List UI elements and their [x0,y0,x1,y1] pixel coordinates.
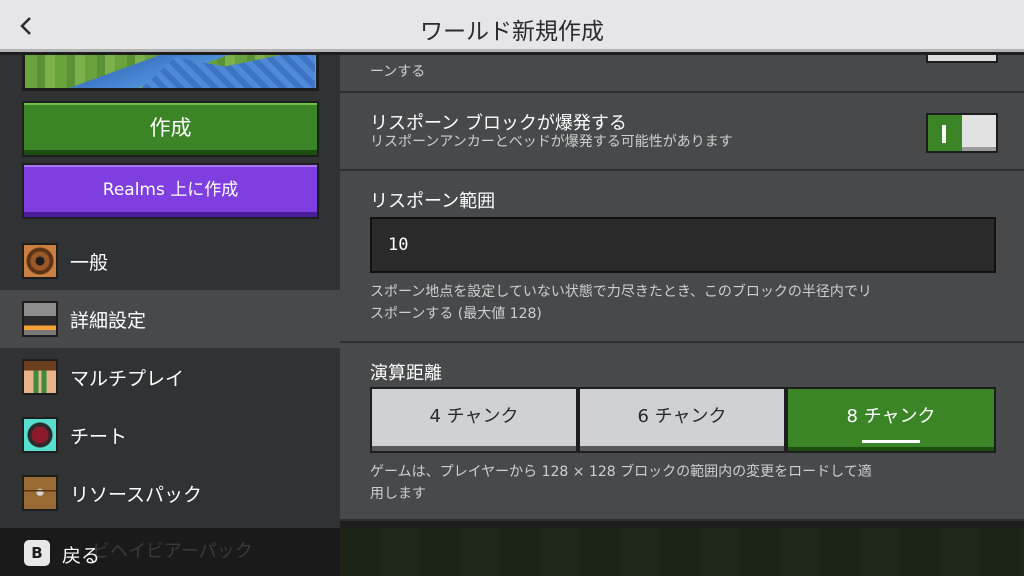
create-button[interactable]: 作成 [22,101,319,157]
nav-item-label: 一般 [70,252,109,274]
simulation-option-6[interactable]: 6 チャンク [578,387,786,453]
nav-item-label: 詳細設定 [70,310,147,332]
nav-item-resource-packs[interactable]: リソースパック [0,464,340,522]
command-block-icon [22,417,58,453]
setting-desc: スポーン地点を設定していない状態で力尽きたとき、このブロックの半径内でリ [370,284,872,300]
setting-desc: 用します [370,486,426,502]
toggle-switch[interactable] [926,55,998,63]
gear-icon [22,243,58,279]
b-button-icon: B [24,540,50,566]
setting-desc: スポーンする (最大値 128) [370,306,542,322]
toggle-knob [962,115,996,151]
selected-indicator [862,440,920,443]
setting-title: 演算距離 [370,363,442,384]
world-preview-image [22,55,319,91]
settings-nav: 一般 詳細設定 マルチプレイ チート リソースパック [0,232,340,522]
simulation-option-4[interactable]: 4 チャンク [370,387,578,453]
setting-respawn-block-explodes: リスポーン ブロックが爆発する リスポーンアンカーとベッドが爆発する可能性があり… [340,95,1024,171]
toggle-on-track [928,115,962,151]
setting-desc: ーンする [370,64,426,80]
respawn-radius-input[interactable]: 10 [370,217,996,273]
setting-partial-row: ーンする [340,55,1024,93]
bottom-bar: ビヘイビアーパック B 戻る [0,528,1024,576]
nav-item-behavior-packs: ビヘイビアーパック [92,541,253,562]
setting-title: リスポーン範囲 [370,191,496,212]
settings-panel: ーンする リスポーン ブロックが爆発する リスポーンアンカーとベッドが爆発する可… [340,55,1024,521]
setting-desc: リスポーンアンカーとベッドが爆発する可能性があります [370,134,733,150]
back-button[interactable]: 戻る [62,541,100,568]
title-bar: ワールド新規作成 [0,0,1024,52]
setting-desc: ゲームは、プレイヤーから 128 × 128 ブロックの範囲内の変更をロードして… [370,464,872,480]
nav-item-label: チート [70,426,128,448]
nav-item-label: マルチプレイ [70,368,185,390]
nav-item-multiplayer[interactable]: マルチプレイ [0,348,340,406]
player-face-icon [22,359,58,395]
page-title: ワールド新規作成 [420,19,604,45]
simulation-option-8[interactable]: 8 チャンク [786,387,996,453]
setting-simulation-distance: 演算距離 4 チャンク 6 チャンク 8 チャンク ゲームは、プレイヤーから 1… [340,347,1024,521]
create-on-realms-button[interactable]: Realms 上に作成 [22,163,319,219]
setting-respawn-radius: リスポーン範囲 10 スポーン地点を設定していない状態で力尽きたとき、このブロッ… [340,173,1024,343]
background-terrain [340,528,1024,576]
chest-icon [22,475,58,511]
nav-item-label: リソースパック [70,484,203,506]
furnace-icon [22,301,58,337]
nav-item-general[interactable]: 一般 [0,232,340,290]
respawn-block-toggle[interactable] [926,113,998,153]
simulation-option-label: 8 チャンク [846,406,936,427]
nav-item-cheats[interactable]: チート [0,406,340,464]
nav-item-advanced[interactable]: 詳細設定 [0,290,340,348]
left-panel: 作成 Realms 上に作成 一般 詳細設定 マルチプレイ チート リソースパッ… [0,55,340,528]
